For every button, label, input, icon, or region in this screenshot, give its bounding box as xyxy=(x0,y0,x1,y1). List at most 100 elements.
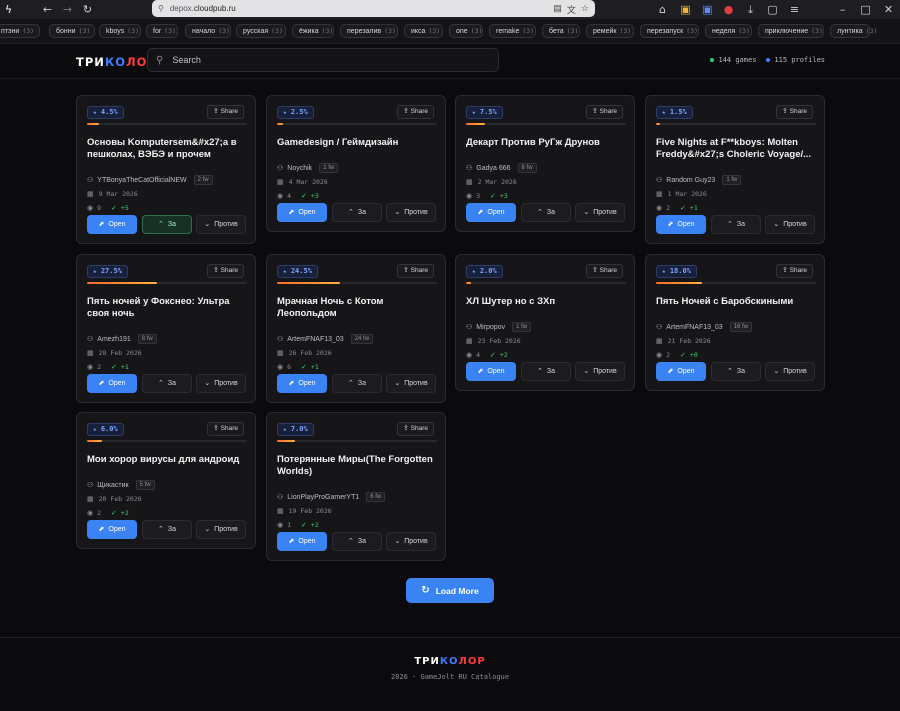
author-name[interactable]: Mirpopov xyxy=(476,324,505,331)
tag-chip[interactable]: перезапуск (3) xyxy=(640,24,699,38)
author-name[interactable]: Gadya 666 xyxy=(476,165,510,172)
game-card[interactable]: ★ 27.5% ⇪ Share Пять ночей у Фокснео: Ульт… xyxy=(76,254,256,403)
open-button[interactable]: ⬈ Open xyxy=(87,520,137,539)
share-button[interactable]: ⇪ Share xyxy=(396,264,434,278)
game-card[interactable]: ★ 6.0% ⇪ Share Мои хорор вирусы для андрои… xyxy=(76,412,256,549)
maximize-icon[interactable]: □ xyxy=(859,3,872,16)
home-icon[interactable]: ⌂ xyxy=(656,3,669,16)
game-card[interactable]: ★ 7.5% ⇪ Share Декарт Против РуГж Друнов ⚇ G… xyxy=(455,95,635,232)
tag-chip[interactable]: for (3) xyxy=(146,24,178,38)
open-button[interactable]: ⬈ Open xyxy=(277,374,327,393)
tag-chip[interactable]: русская (3) xyxy=(236,24,286,38)
open-button[interactable]: ⬈ Open xyxy=(277,203,327,222)
tag-chip[interactable]: приключение (3) xyxy=(758,24,824,38)
vote-against-button[interactable]: ⌄ Против xyxy=(196,520,246,539)
vote-for-button[interactable]: ⌃ За xyxy=(142,374,192,393)
site-info-icon[interactable]: ⚲ xyxy=(158,4,164,13)
share-button[interactable]: ⇪ Share xyxy=(775,105,813,119)
game-card[interactable]: ★ 1.5% ⇪ Share Five Nights at F**kboys: Mo… xyxy=(645,95,825,244)
game-title[interactable]: Основы Komputersem&#x27;а в пешколах, ВЭ… xyxy=(87,137,249,161)
address-bar[interactable]: ⚲ depox.cloudpub.ru ▤ 文 ☆ xyxy=(152,0,595,17)
vote-against-button[interactable]: ⌄ Против xyxy=(765,215,815,234)
game-title[interactable]: Мои хорор вирусы для андроид xyxy=(87,454,249,466)
share-button[interactable]: ⇪ Share xyxy=(206,422,244,436)
vote-against-button[interactable]: ⌄ Против xyxy=(386,203,436,222)
site-logo[interactable]: ТРИКОЛОР xyxy=(76,55,157,69)
translate-icon[interactable]: 文 xyxy=(567,3,576,16)
vote-for-button[interactable]: ⌃ За xyxy=(142,520,192,539)
game-title[interactable]: Мрачная Ночь с Котом Леопольдом xyxy=(277,296,439,320)
game-title[interactable]: Пять Ночей с Баробскиными xyxy=(656,296,818,308)
vote-for-button[interactable]: ⌃ За xyxy=(142,215,192,234)
game-title[interactable]: Gamedesign / Геймдизайн xyxy=(277,137,439,149)
tag-chip[interactable]: икса (3) xyxy=(404,24,443,38)
close-icon[interactable]: ✕ xyxy=(882,3,895,16)
vote-against-button[interactable]: ⌄ Против xyxy=(386,374,436,393)
share-button[interactable]: ⇪ Share xyxy=(396,105,434,119)
load-more-button[interactable]: ↻ Load More xyxy=(406,578,494,603)
open-button[interactable]: ⬈ Open xyxy=(656,215,706,234)
vote-against-button[interactable]: ⌄ Против xyxy=(575,203,625,222)
reader-icon[interactable]: ▤ xyxy=(553,3,562,16)
game-card[interactable]: ★ 24.5% ⇪ Share Мрачная Ночь с Котом Леопо… xyxy=(266,254,446,403)
vote-against-button[interactable]: ⌄ Против xyxy=(765,362,815,381)
tag-chip[interactable]: remake (3) xyxy=(489,24,536,38)
tag-chip[interactable]: ремейк (3) xyxy=(586,24,634,38)
author-name[interactable]: LionPlayProGamerYT1 xyxy=(287,494,359,501)
share-button[interactable]: ⇪ Share xyxy=(206,105,244,119)
profile-icon[interactable]: ▢ xyxy=(766,3,779,16)
share-button[interactable]: ⇪ Share xyxy=(206,264,244,278)
downloads-icon[interactable]: ⤓ xyxy=(744,3,757,16)
vote-for-button[interactable]: ⌃ За xyxy=(332,203,382,222)
author-name[interactable]: YTBonyaTheCatOfficialNEW xyxy=(97,177,186,184)
author-name[interactable]: Random Guy23 xyxy=(666,177,715,184)
tag-chip[interactable]: перезалив (3) xyxy=(340,24,398,38)
extension-icon-3[interactable]: ● xyxy=(722,3,735,16)
share-button[interactable]: ⇪ Share xyxy=(585,264,623,278)
author-name[interactable]: Amezh191 xyxy=(97,336,130,343)
vote-for-button[interactable]: ⌃ За xyxy=(332,532,382,551)
back-icon[interactable]: ← xyxy=(41,3,54,16)
tag-chip[interactable]: бонни (3) xyxy=(49,24,95,38)
game-title[interactable]: ХЛ Шутер но с ЗХп xyxy=(466,296,628,308)
vote-for-button[interactable]: ⌃ За xyxy=(521,362,571,381)
game-card[interactable]: ★ 2.5% ⇪ Share Gamedesign / Геймдизайн ⚇ Noy… xyxy=(266,95,446,232)
game-title[interactable]: Five Nights at F**kboys: Molten Freddy&#… xyxy=(656,137,818,161)
vote-for-button[interactable]: ⌃ За xyxy=(711,215,761,234)
search-input[interactable] xyxy=(172,55,473,65)
vote-against-button[interactable]: ⌄ Против xyxy=(196,374,246,393)
vote-for-button[interactable]: ⌃ За xyxy=(711,362,761,381)
extension-icon-2[interactable]: ▣ xyxy=(701,3,714,16)
game-card[interactable]: ★ 2.0% ⇪ Share ХЛ Шутер но с ЗХп ⚇ Mirpopov 1… xyxy=(455,254,635,391)
tag-chip[interactable]: бета (3) xyxy=(542,24,580,38)
open-button[interactable]: ⬈ Open xyxy=(466,362,516,381)
share-button[interactable]: ⇪ Share xyxy=(775,264,813,278)
tag-chip[interactable]: птэни (3) xyxy=(0,24,40,38)
open-button[interactable]: ⬈ Open xyxy=(277,532,327,551)
author-name[interactable]: ArtemFNAF13_03 xyxy=(666,324,722,331)
minimize-icon[interactable]: – xyxy=(836,3,849,16)
share-button[interactable]: ⇪ Share xyxy=(585,105,623,119)
bookmark-icon[interactable]: ☆ xyxy=(581,3,589,16)
tag-chip[interactable]: начало (3) xyxy=(185,24,231,38)
search-box[interactable]: ⚲ xyxy=(147,48,499,72)
tag-chip[interactable]: one (3) xyxy=(449,24,483,38)
game-title[interactable]: Потерянные Миры(The Forgotten Worlds) xyxy=(277,454,439,478)
game-card[interactable]: ★ 4.5% ⇪ Share Основы Komputersem&#x27;а в… xyxy=(76,95,256,244)
vote-against-button[interactable]: ⌄ Против xyxy=(386,532,436,551)
tag-chip[interactable]: лунтика (3) xyxy=(830,24,877,38)
open-button[interactable]: ⬈ Open xyxy=(87,374,137,393)
game-title[interactable]: Декарт Против РуГж Друнов xyxy=(466,137,628,149)
vote-against-button[interactable]: ⌄ Против xyxy=(196,215,246,234)
reload-icon[interactable]: ↻ xyxy=(81,3,94,16)
menu-icon[interactable]: ≡ xyxy=(788,3,801,16)
vote-for-button[interactable]: ⌃ За xyxy=(332,374,382,393)
tag-chip[interactable]: ёжика (3) xyxy=(292,24,334,38)
game-card[interactable]: ★ 7.0% ⇪ Share Потерянные Миры(The Forgott… xyxy=(266,412,446,561)
open-button[interactable]: ⬈ Open xyxy=(466,203,516,222)
forward-icon[interactable]: → xyxy=(61,3,74,16)
game-title[interactable]: Пять ночей у Фокснео: Ультра своя ночь xyxy=(87,296,249,320)
tag-chip[interactable]: kboys (3) xyxy=(99,24,141,38)
share-button[interactable]: ⇪ Share xyxy=(396,422,434,436)
game-card[interactable]: ★ 18.0% ⇪ Share Пять Ночей с Баробскиными ⚇… xyxy=(645,254,825,391)
